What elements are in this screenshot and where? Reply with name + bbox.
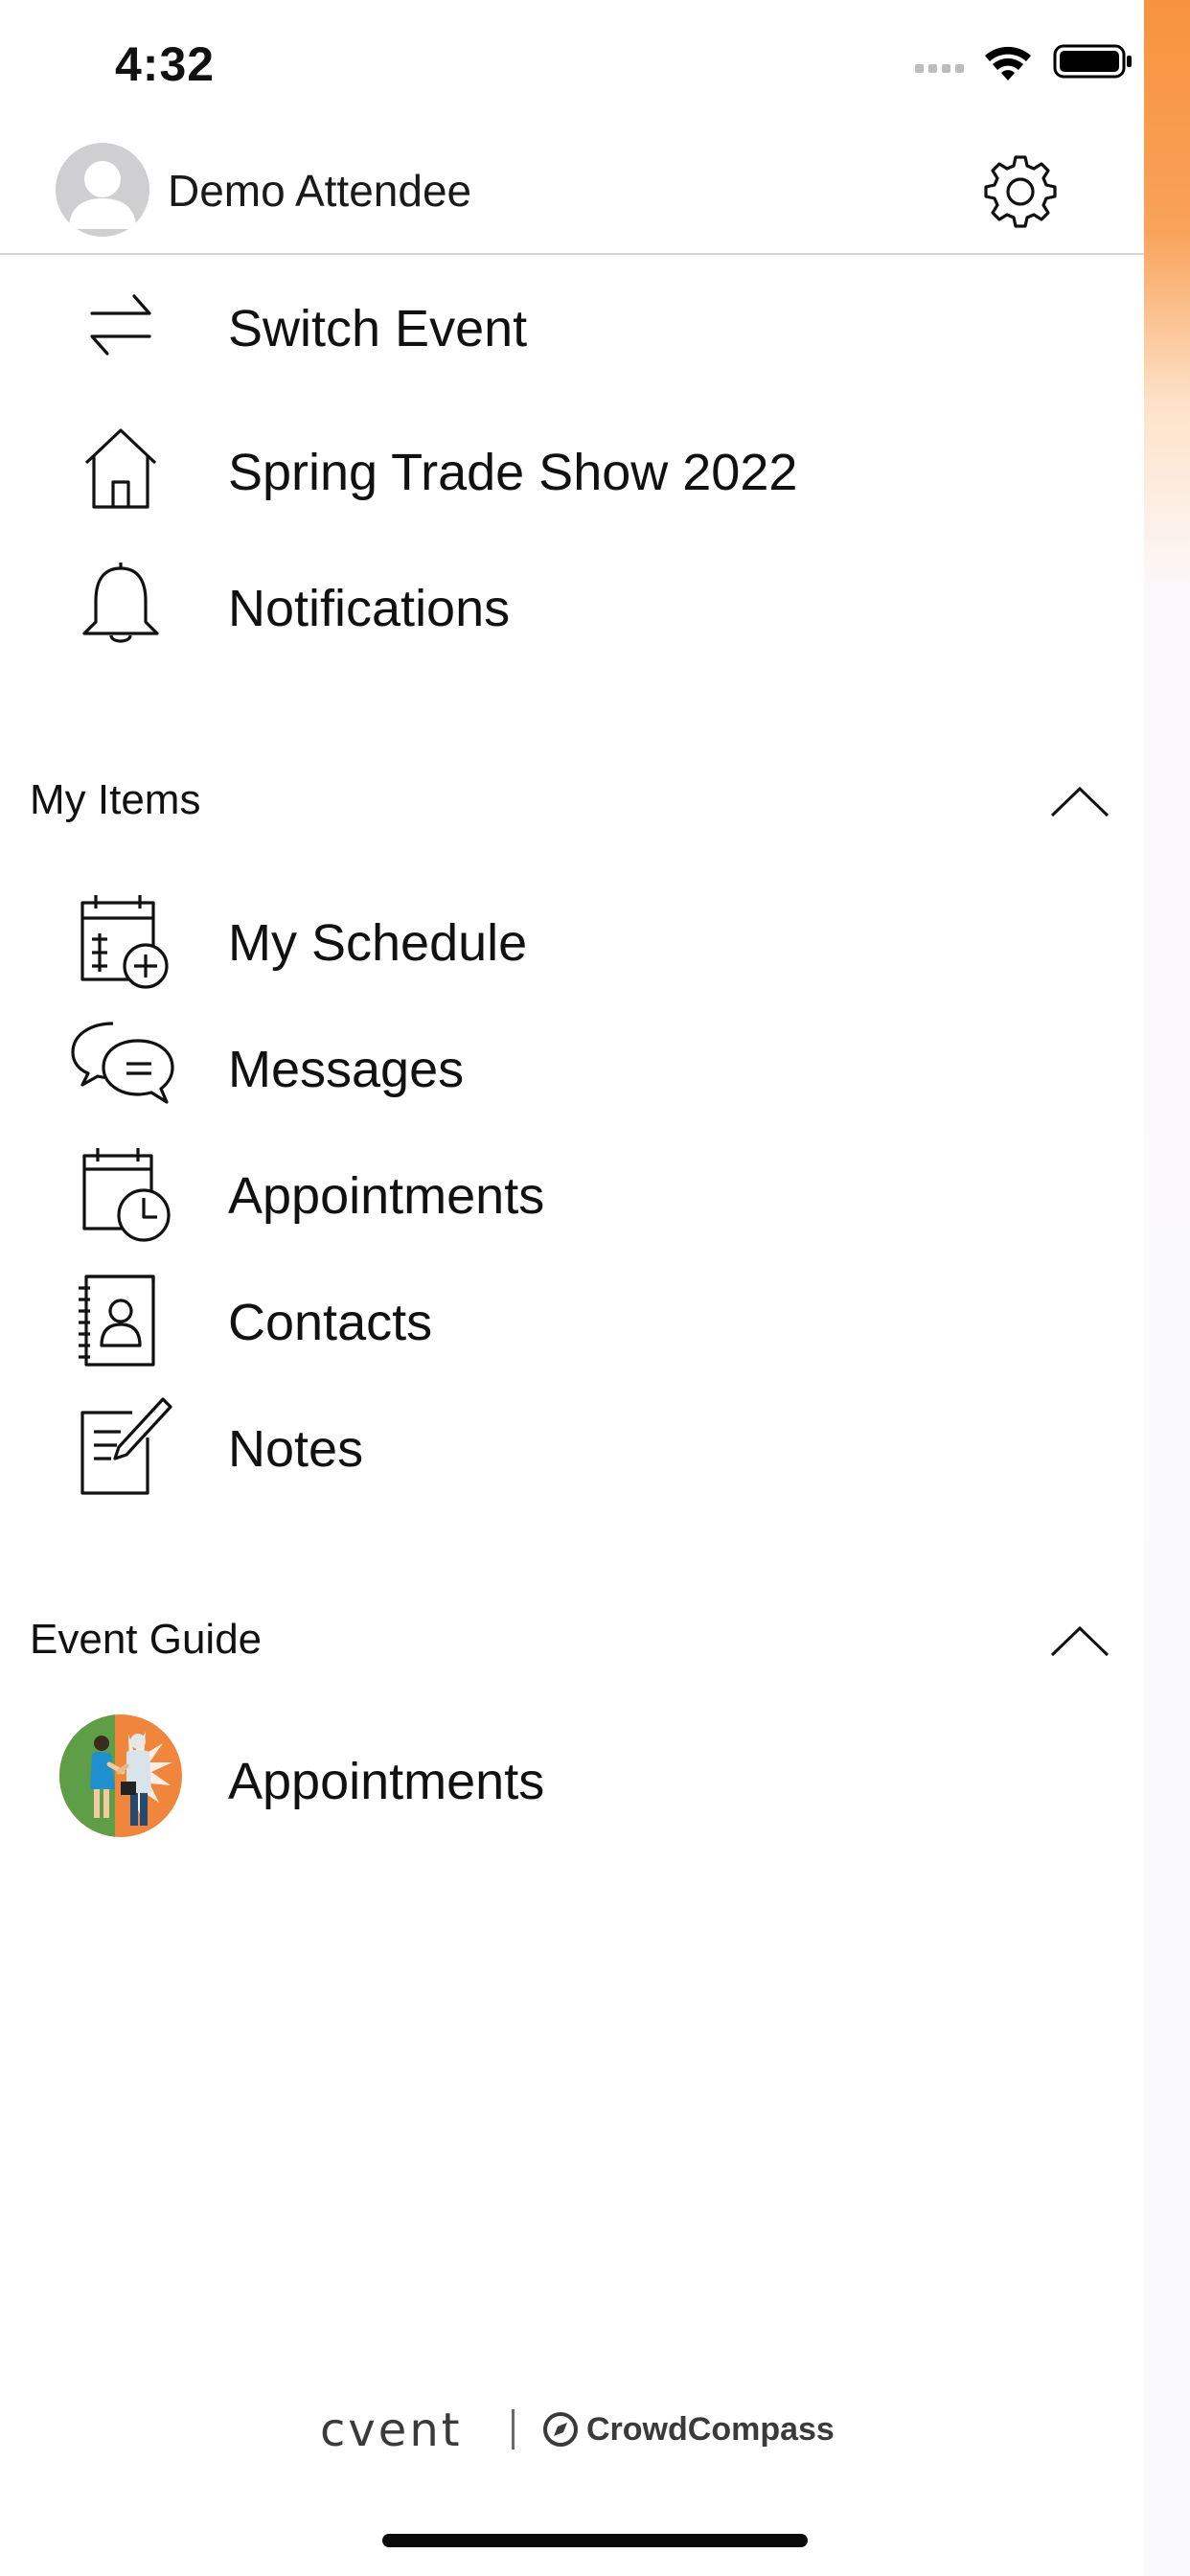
menu-item-label: Notifications [228, 580, 511, 637]
menu-item-label: Switch Event [228, 300, 528, 357]
chevron-up-icon[interactable] [1048, 1622, 1111, 1661]
home-indicator[interactable] [382, 2534, 808, 2547]
gear-icon[interactable] [979, 151, 1062, 234]
menu-item-label: Messages [228, 1041, 465, 1098]
crowdcompass-logo: CrowdCompass [586, 2411, 835, 2448]
signal-icon [915, 64, 964, 73]
menu-item-label: Spring Trade Show 2022 [228, 444, 798, 501]
note-pencil-icon [80, 1397, 172, 1495]
menu-item-my-schedule[interactable]: My Schedule [0, 877, 1144, 1001]
footer-brand: cvent CrowdCompass [320, 2404, 857, 2457]
menu-item-contacts[interactable]: Contacts [0, 1256, 1144, 1381]
menu-item-label: My Schedule [228, 914, 528, 972]
avatar[interactable] [56, 143, 149, 237]
navigation-drawer: 4:32 Demo Attendee Switch Event Spring T… [0, 0, 1144, 2576]
menu-item-label: Appointments [228, 1167, 545, 1225]
menu-item-event-home[interactable]: Spring Trade Show 2022 [0, 406, 1144, 531]
home-icon [84, 428, 157, 509]
chat-bubbles-icon [71, 1022, 174, 1104]
menu-item-notes[interactable]: Notes [0, 1383, 1144, 1507]
cvent-logo: cvent [320, 2404, 463, 2457]
section-title-event-guide: Event Guide [30, 1616, 263, 1663]
menu-item-label: Notes [228, 1420, 364, 1478]
menu-item-appointments[interactable]: Appointments [0, 1130, 1144, 1254]
underlying-view-edge[interactable] [1144, 0, 1190, 2576]
battery-icon [1053, 44, 1132, 79]
status-icons [915, 44, 1132, 80]
switch-arrows-icon [90, 294, 151, 356]
menu-item-messages[interactable]: Messages [0, 1003, 1144, 1128]
chevron-up-icon[interactable] [1048, 783, 1111, 821]
profile-name: Demo Attendee [168, 166, 472, 216]
menu-item-notifications[interactable]: Notifications [0, 542, 1144, 667]
menu-item-label: Appointments [228, 1753, 545, 1810]
profile-header[interactable]: Demo Attendee [0, 134, 1144, 255]
wifi-icon [985, 46, 1031, 80]
calendar-clock-icon [82, 1148, 171, 1242]
app-screen: 4:32 Demo Attendee Switch Event Spring T… [0, 0, 1190, 2576]
compass-icon [543, 2412, 578, 2447]
logo-divider [512, 2409, 515, 2450]
person-placeholder-icon [69, 161, 136, 229]
menu-item-guide-appointments[interactable]: Appointments [0, 1714, 1144, 1848]
menu-item-switch-event[interactable]: Switch Event [0, 263, 1144, 387]
address-book-icon [79, 1275, 155, 1367]
status-time: 4:32 [115, 37, 216, 91]
appointments-illustration-icon [59, 1714, 182, 1837]
calendar-add-icon [80, 895, 169, 989]
bell-icon [82, 563, 159, 643]
menu-item-label: Contacts [228, 1294, 433, 1351]
section-title-my-items: My Items [30, 776, 201, 823]
